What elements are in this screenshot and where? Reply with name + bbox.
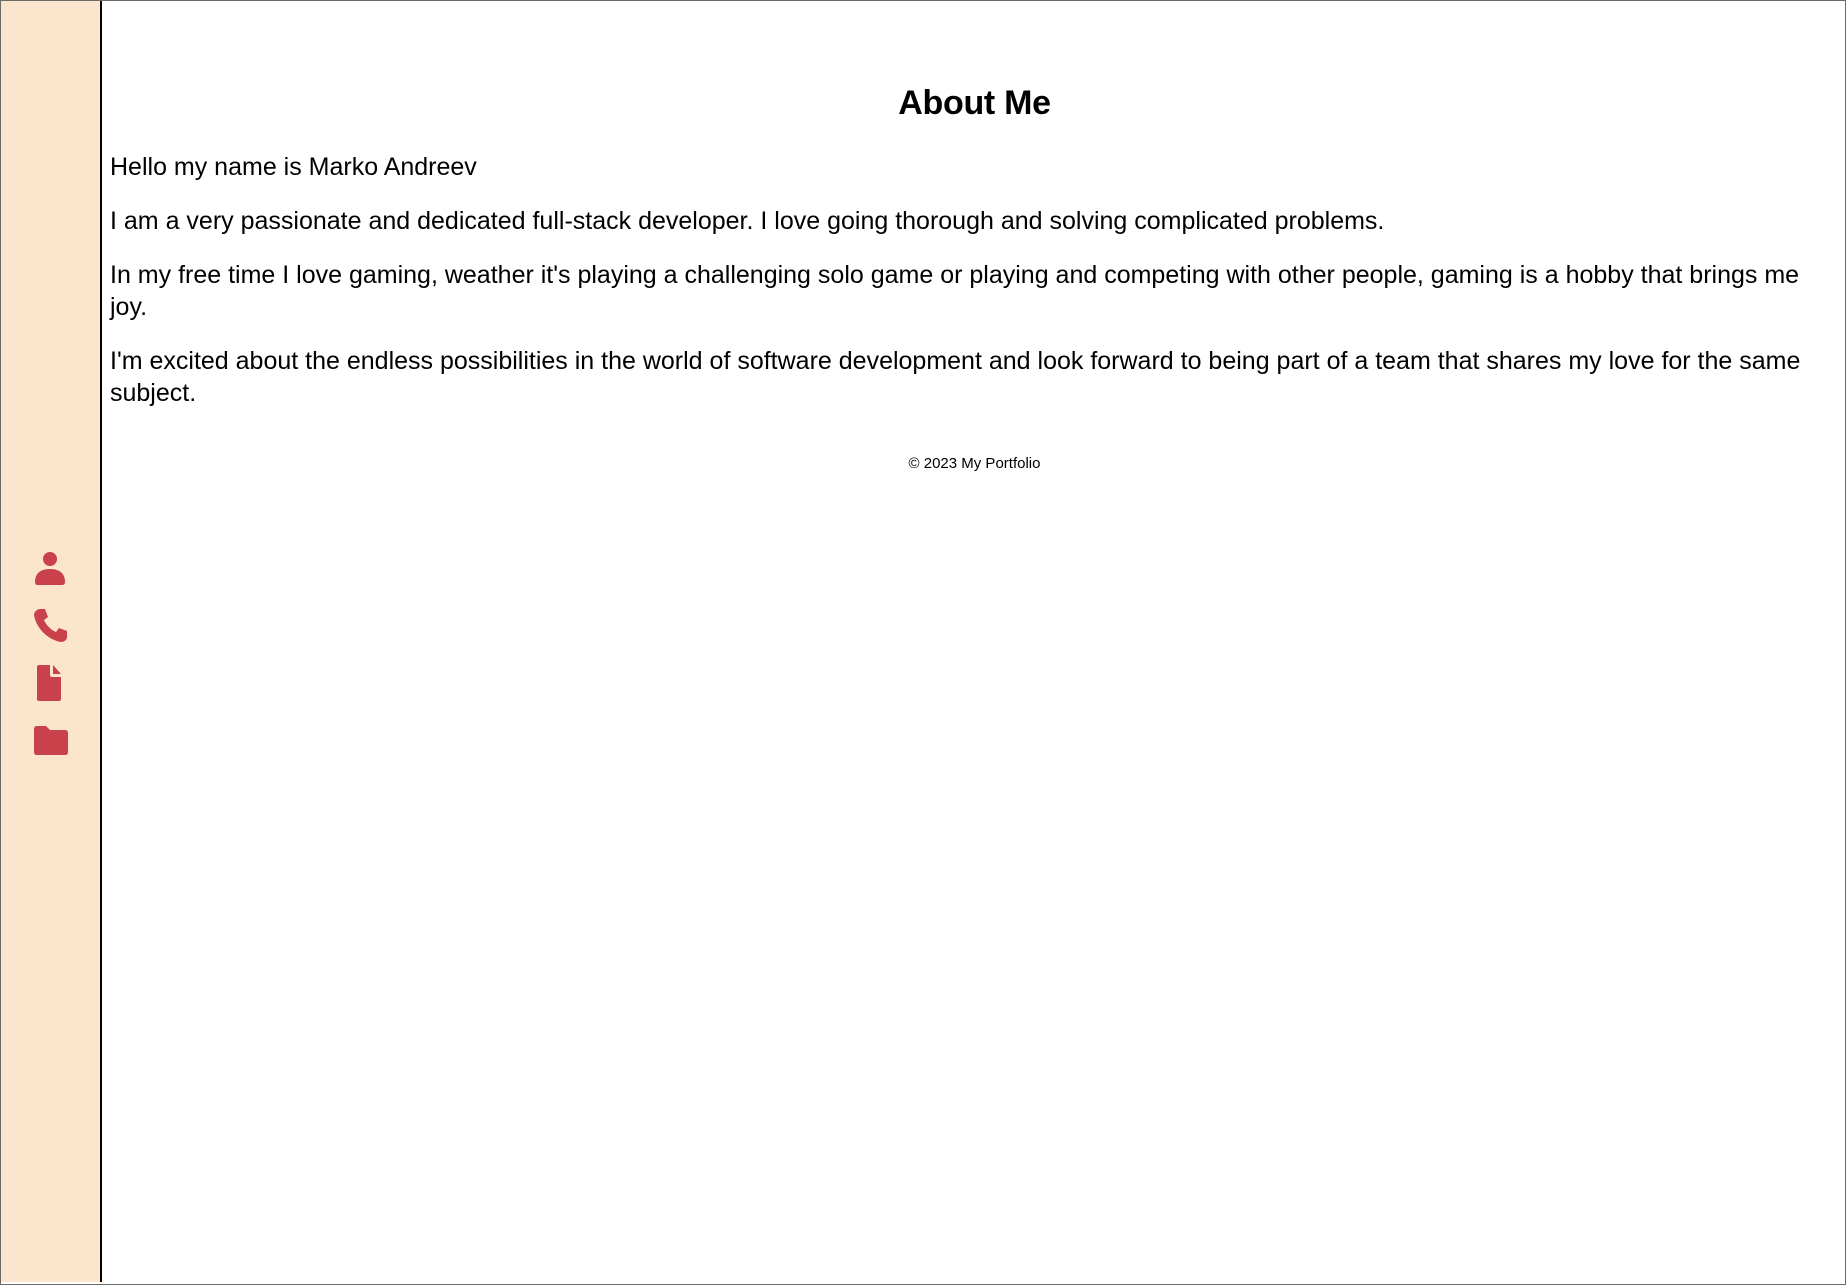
phone-icon	[31, 606, 71, 646]
footer-copyright: © 2023 My Portfolio	[908, 455, 1041, 472]
user-icon	[31, 549, 71, 589]
nav-link-contact[interactable]	[31, 606, 71, 646]
main-content: About Me Hello my name is Marko Andreev …	[104, 1, 1845, 1282]
sidebar	[1, 1, 102, 1282]
nav-link-about[interactable]	[31, 549, 71, 589]
developer-paragraph: I am a very passionate and dedicated ful…	[110, 207, 1385, 235]
nav-link-projects[interactable]	[31, 720, 71, 760]
hobby-paragraph: In my free time I love gaming, weather i…	[110, 261, 1800, 321]
folder-icon	[31, 720, 71, 760]
page-title: About Me	[898, 84, 1051, 122]
intro-paragraph: Hello my name is Marko Andreev	[110, 153, 477, 181]
nav-link-resume[interactable]	[31, 663, 71, 703]
goals-paragraph: I'm excited about the endless possibilit…	[110, 347, 1801, 407]
page: About Me Hello my name is Marko Andreev …	[0, 0, 1846, 1285]
file-icon	[31, 663, 71, 703]
about-section: About Me Hello my name is Marko Andreev …	[104, 83, 1845, 473]
sidebar-nav	[31, 549, 71, 777]
